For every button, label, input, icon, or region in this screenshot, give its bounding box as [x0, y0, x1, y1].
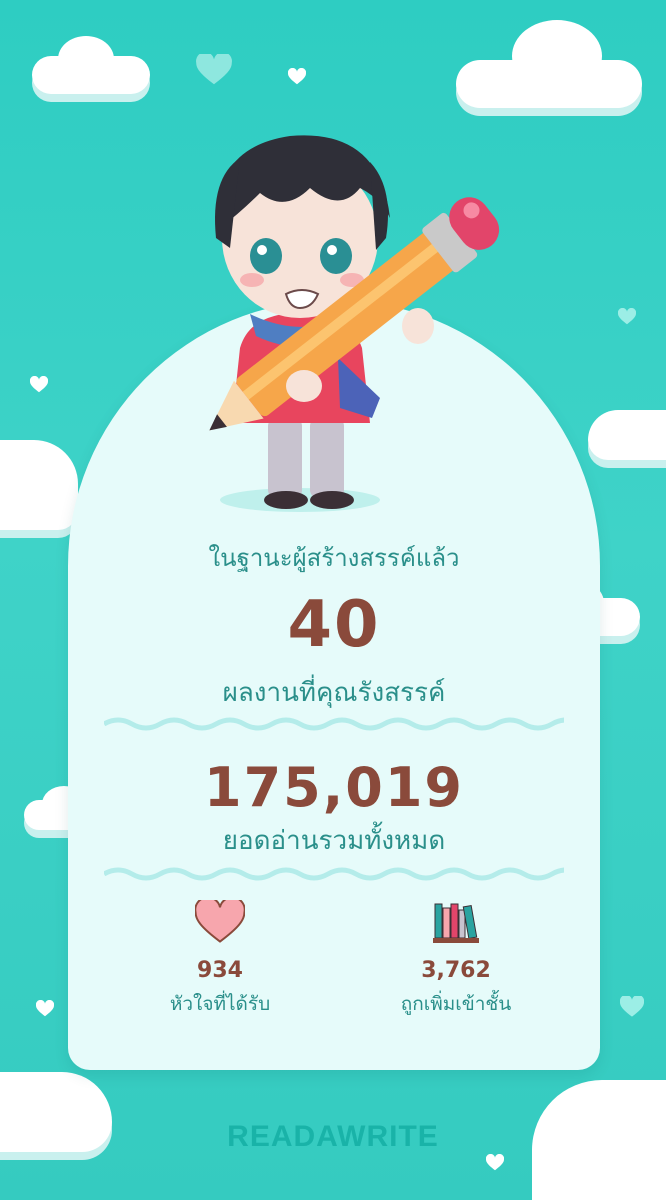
cloud	[588, 410, 666, 460]
cloud	[512, 20, 602, 92]
small-heart-icon	[30, 376, 48, 393]
cloud	[0, 440, 78, 530]
heart-icon	[194, 896, 246, 943]
creator-caption: ในฐานะผู้สร้างสรรค์แล้ว	[208, 544, 460, 572]
hearts-value: 934	[197, 958, 243, 983]
works-count: 40	[287, 588, 381, 662]
works-label: ผลงานที่คุณรังสรรค์	[222, 678, 446, 708]
hearts-stat: 934 หัวใจที่ได้รับ	[120, 896, 320, 1019]
bookshelf-stat: 3,762 ถูกเพิ่มเข้าชั้น	[356, 900, 556, 1019]
shelf-label: ถูกเพิ่มเข้าชั้น	[400, 993, 512, 1015]
cloud	[58, 36, 114, 82]
wave-divider	[104, 717, 564, 731]
pencil-mascot-illustration	[209, 135, 500, 512]
shelf-value: 3,762	[421, 958, 491, 983]
small-heart-icon	[36, 1000, 54, 1017]
total-reads-label: ยอดอ่านรวมทั้งหมด	[222, 826, 446, 856]
small-heart-icon	[486, 1154, 504, 1171]
brand-logo: READAWRITE	[227, 1120, 439, 1153]
small-heart-icon	[620, 996, 644, 1017]
small-heart-icon	[288, 68, 306, 85]
small-heart-icon	[618, 308, 636, 325]
summary-screen: ในฐานะผู้สร้างสรรค์แล้ว 40 ผลงานที่คุณรั…	[0, 0, 666, 1200]
bookshelf-icon	[433, 903, 479, 943]
hearts-label: หัวใจที่ได้รับ	[169, 993, 271, 1015]
total-reads-value: 175,019	[204, 756, 464, 819]
small-heart-icon	[196, 54, 232, 85]
wave-divider	[104, 867, 564, 881]
